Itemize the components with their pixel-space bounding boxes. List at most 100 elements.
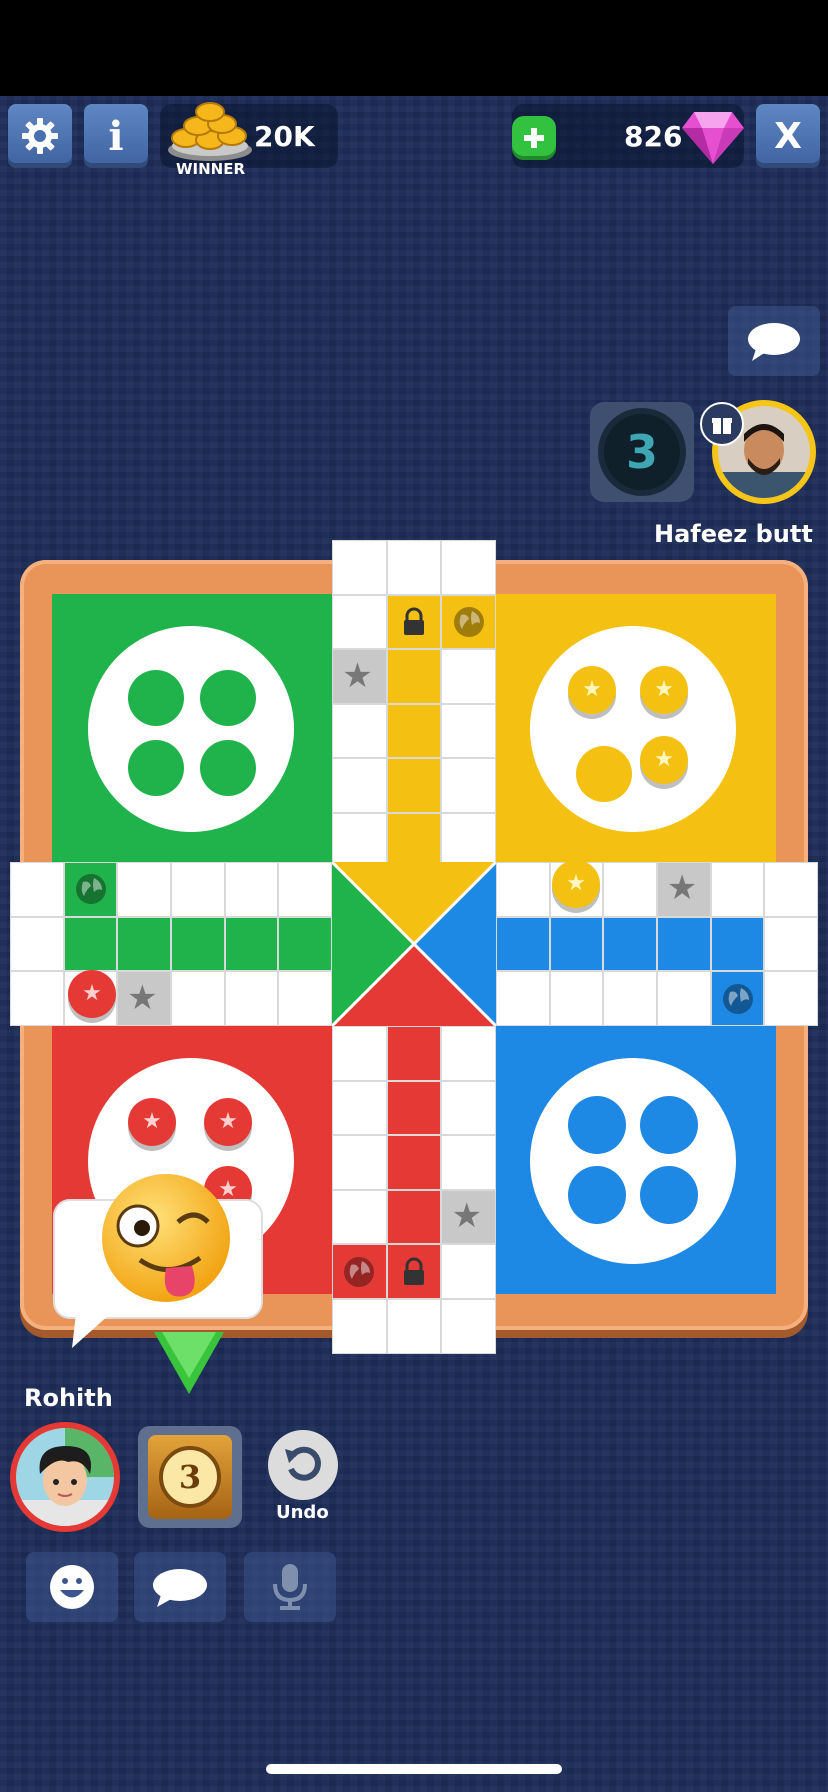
red-token-on-track[interactable]: ★ — [68, 970, 116, 1018]
blue-home — [496, 1026, 776, 1294]
player-name: Rohith — [24, 1384, 113, 1412]
track-cell — [63, 916, 118, 972]
track-cell — [278, 916, 332, 972]
track-cell — [332, 703, 387, 759]
track-cell — [603, 971, 657, 1026]
yellow-token[interactable]: ★ — [640, 666, 688, 714]
track-cell — [441, 1026, 496, 1081]
track-cell — [603, 916, 657, 972]
coins-label: WINNER — [176, 160, 246, 178]
info-button[interactable]: i — [84, 104, 148, 168]
chat-button[interactable] — [134, 1552, 226, 1622]
track-cell — [386, 1189, 442, 1245]
blue-empty-slot — [568, 1166, 626, 1224]
chat-icon — [153, 1569, 207, 1607]
undo-icon — [285, 1446, 321, 1481]
track-cell — [657, 916, 711, 972]
track-cell — [332, 813, 387, 868]
globe-icon — [722, 983, 753, 1014]
track-cell — [386, 540, 442, 595]
mic-button[interactable] — [244, 1552, 336, 1622]
blue-empty-slot — [568, 1096, 626, 1154]
green-home — [52, 594, 332, 862]
gift-icon — [712, 418, 732, 434]
track-cell — [441, 813, 496, 868]
coins-icon — [168, 102, 252, 161]
track-cell — [117, 916, 171, 972]
track-cell — [386, 1080, 442, 1136]
track-cell — [332, 758, 387, 813]
coins-value: 20K — [254, 120, 315, 153]
track-cell — [710, 862, 765, 917]
track-cell — [764, 916, 818, 972]
red-token[interactable]: ★ — [204, 1098, 252, 1146]
status-bar — [0, 0, 828, 96]
track-cell — [549, 916, 604, 972]
blue-empty-slot — [640, 1096, 698, 1154]
blue-empty-slot — [640, 1166, 698, 1224]
track-cell — [171, 916, 225, 972]
green-empty-slot — [128, 740, 184, 796]
yellow-token[interactable]: ★ — [640, 736, 688, 784]
undo-label: Undo — [276, 1502, 329, 1523]
track-cell — [332, 540, 387, 595]
track-cell — [171, 971, 225, 1026]
red-token[interactable]: ★ — [128, 1098, 176, 1146]
track-cell — [441, 540, 496, 595]
safe-star-icon: ★ — [127, 977, 158, 1018]
track-cell — [332, 1299, 387, 1354]
track-cell — [386, 1026, 442, 1081]
emoji-button[interactable] — [26, 1552, 118, 1622]
yellow-token-on-track[interactable]: ★ — [552, 860, 600, 908]
track-cell — [224, 862, 279, 917]
home-indicator — [266, 1764, 562, 1774]
track-cell — [603, 862, 657, 917]
track-cell — [386, 1135, 442, 1190]
track-cell — [332, 1026, 387, 1081]
track-cell — [278, 862, 332, 917]
track-cell — [332, 1189, 387, 1245]
track-cell — [10, 862, 64, 917]
track-cell — [278, 971, 332, 1026]
track-cell — [710, 916, 765, 972]
green-empty-slot — [128, 670, 184, 726]
player-avatar[interactable] — [10, 1422, 120, 1532]
gems-value: 826 — [624, 120, 683, 153]
track-cell — [764, 862, 818, 917]
track-cell — [386, 649, 442, 704]
settings-button[interactable] — [8, 104, 72, 168]
safe-star-icon: ★ — [342, 655, 373, 696]
turn-indicator-arrow — [154, 1332, 224, 1394]
track-cell — [496, 916, 550, 972]
player-dice-value: 3 — [159, 1446, 221, 1508]
globe-icon — [344, 1256, 375, 1287]
lock-icon — [403, 1257, 424, 1285]
center-home-triangles — [332, 862, 496, 1026]
track-cell — [496, 971, 550, 1026]
safe-star-icon: ★ — [451, 1196, 482, 1237]
track-cell — [386, 758, 442, 813]
track-cell — [441, 1080, 496, 1136]
track-cell — [441, 1244, 496, 1299]
opponent-chat-button[interactable] — [728, 306, 820, 376]
yellow-home — [496, 594, 776, 862]
gift-button[interactable] — [700, 402, 744, 446]
lock-icon — [403, 607, 424, 635]
player-dice-button[interactable]: 3 — [138, 1426, 242, 1528]
track-cell — [441, 758, 496, 813]
yellow-token[interactable]: ★ — [568, 666, 616, 714]
add-gems-button[interactable] — [512, 116, 556, 160]
track-cell — [657, 971, 711, 1026]
smiley-icon — [50, 1565, 94, 1609]
track-cell — [549, 971, 604, 1026]
track-cell — [332, 1080, 387, 1136]
track-cell — [441, 703, 496, 759]
track-cell — [224, 916, 279, 972]
microphone-icon — [273, 1564, 307, 1610]
undo-button[interactable] — [268, 1430, 338, 1500]
globe-icon — [75, 874, 106, 905]
gem-icon — [682, 112, 744, 164]
dice-box: 3 — [148, 1435, 232, 1519]
track-cell — [224, 971, 279, 1026]
close-button[interactable]: X — [756, 104, 820, 168]
